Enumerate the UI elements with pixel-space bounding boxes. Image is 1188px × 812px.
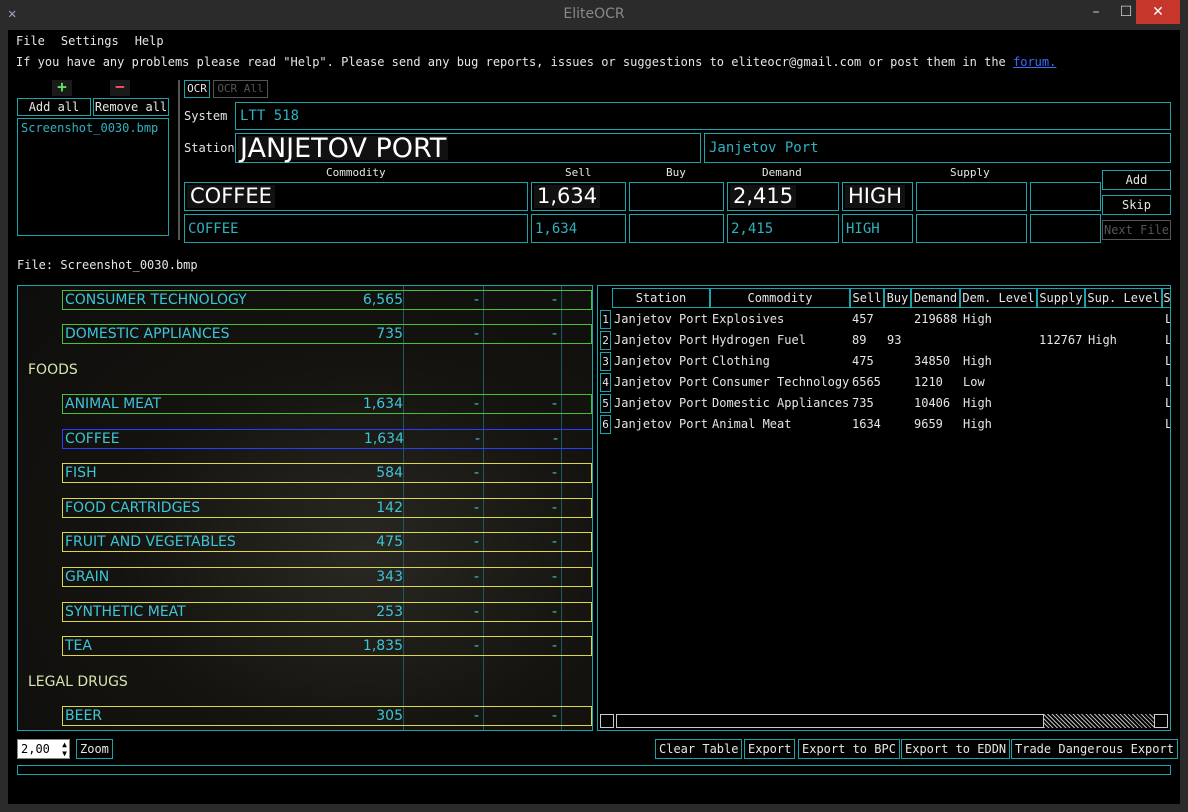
- game-row: SYNTHETIC MEAT 253- -: [62, 602, 592, 622]
- supply-ocr-image: [916, 182, 1027, 211]
- screenshot-preview: CONSUMER TECHNOLOGY 6,565- - DOMESTIC APPL…: [17, 285, 593, 731]
- progress-bar: [17, 765, 1171, 775]
- game-row: FISH 584- -: [62, 463, 592, 483]
- game-row-selected: COFFEE 1,634- -: [62, 429, 592, 449]
- col-s[interactable]: S: [1162, 288, 1170, 308]
- col-sell[interactable]: Sell: [850, 288, 884, 308]
- add-button[interactable]: Add: [1102, 170, 1171, 190]
- scroll-thumb[interactable]: [616, 714, 1044, 728]
- export-bpc-button[interactable]: Export to BPC: [798, 739, 900, 759]
- game-row: DOMESTIC APPLIANCES 735- -: [62, 324, 592, 344]
- clear-table-button[interactable]: Clear Table: [655, 739, 743, 759]
- remove-icon[interactable]: −: [110, 79, 130, 96]
- next-file-button[interactable]: Next File: [1102, 220, 1171, 240]
- forum-link[interactable]: forum.: [1013, 55, 1056, 69]
- game-row: CONSUMER TECHNOLOGY 6,565- -: [62, 290, 592, 310]
- supply-input[interactable]: [916, 214, 1027, 243]
- supply-header: Supply: [950, 166, 990, 179]
- trade-dangerous-export-button[interactable]: Trade Dangerous Export: [1011, 739, 1178, 759]
- results-table: Station Commodity Sell Buy Demand Dem. L…: [597, 285, 1171, 731]
- demand-header: Demand: [762, 166, 802, 179]
- col-demand[interactable]: Demand: [911, 288, 960, 308]
- menu-help[interactable]: Help: [135, 34, 164, 50]
- remove-all-button[interactable]: Remove all: [93, 98, 169, 116]
- supply-level-ocr-image: [1030, 182, 1101, 211]
- station-label: Station: [184, 141, 235, 155]
- supply-level-input[interactable]: [1030, 214, 1101, 243]
- splitter[interactable]: [178, 80, 180, 240]
- commodity-ocr-image: COFFEE: [184, 182, 528, 211]
- section-legal-drugs: LEGAL DRUGS: [28, 674, 128, 690]
- close-button[interactable]: ✕: [1136, 0, 1180, 24]
- demand-input[interactable]: 2,415: [727, 214, 839, 243]
- spin-arrows-icon[interactable]: ▲ ▼: [62, 740, 67, 758]
- window-title: EliteOCR: [563, 6, 625, 22]
- ocr-all-button[interactable]: OCR All: [213, 80, 268, 98]
- zoom-button[interactable]: Zoom: [76, 739, 113, 759]
- scroll-left-button[interactable]: [600, 714, 614, 728]
- commodity-input[interactable]: COFFEE: [184, 214, 528, 243]
- notice-text: If you have any problems please read "He…: [16, 55, 1057, 69]
- col-station[interactable]: Station: [612, 288, 710, 308]
- demand-level-input[interactable]: HIGH: [842, 214, 913, 243]
- sell-ocr-image: 1,634: [531, 182, 626, 211]
- main-window: File Settings Help If you have any probl…: [8, 30, 1180, 804]
- add-all-button[interactable]: Add all: [17, 98, 91, 116]
- col-sup-level[interactable]: Sup. Level: [1085, 288, 1162, 308]
- system-input[interactable]: LTT 518: [235, 102, 1171, 130]
- game-row: FRUIT AND VEGETABLES 475- -: [62, 532, 592, 552]
- game-row: TEA 1,835- -: [62, 636, 592, 656]
- col-buy[interactable]: Buy: [884, 288, 911, 308]
- demand-ocr-image: 2,415: [727, 182, 839, 211]
- current-file-label: File: Screenshot_0030.bmp: [17, 258, 198, 272]
- add-icon[interactable]: +: [52, 79, 72, 96]
- export-button[interactable]: Export: [744, 739, 796, 759]
- col-supply[interactable]: Supply: [1037, 288, 1085, 308]
- game-row: BEER 305- -: [62, 706, 592, 726]
- horizontal-scrollbar[interactable]: [600, 714, 1170, 728]
- buy-input[interactable]: [629, 214, 724, 243]
- title-bar: ✕ EliteOCR – ☐ ✕: [0, 0, 1188, 30]
- buy-header: Buy: [666, 166, 686, 179]
- menu-settings[interactable]: Settings: [61, 34, 119, 50]
- game-row: GRAIN 343- -: [62, 567, 592, 587]
- ocr-button[interactable]: OCR: [184, 80, 210, 98]
- col-commodity[interactable]: Commodity: [710, 288, 850, 308]
- demand-level-ocr-image: HIGH: [842, 182, 913, 211]
- skip-button[interactable]: Skip: [1102, 195, 1171, 215]
- menu-file[interactable]: File: [16, 34, 45, 50]
- game-row: ANIMAL MEAT 1,634- -: [62, 394, 592, 414]
- game-row: FOOD CARTRIDGES 142- -: [62, 498, 592, 518]
- scroll-track[interactable]: [1044, 714, 1154, 728]
- system-label: System: [184, 109, 228, 123]
- col-dem-level[interactable]: Dem. Level: [960, 288, 1037, 308]
- scroll-right-button[interactable]: [1154, 714, 1168, 728]
- sell-header: Sell: [565, 166, 592, 179]
- section-foods: FOODS: [28, 362, 78, 378]
- menu-bar: File Settings Help: [16, 34, 164, 50]
- export-eddn-button[interactable]: Export to EDDN: [901, 739, 1011, 759]
- buy-ocr-image: [629, 182, 724, 211]
- sell-input[interactable]: 1,634: [531, 214, 626, 243]
- station-ocr-image: JANJETOV PORT: [235, 133, 701, 163]
- file-list-item[interactable]: Screenshot_0030.bmp: [18, 119, 168, 137]
- commodity-header: Commodity: [326, 166, 386, 179]
- zoom-spinbox[interactable]: 2,00 ▲ ▼: [17, 739, 70, 759]
- station-input[interactable]: Janjetov Port: [704, 133, 1171, 163]
- file-list: Screenshot_0030.bmp: [17, 118, 169, 236]
